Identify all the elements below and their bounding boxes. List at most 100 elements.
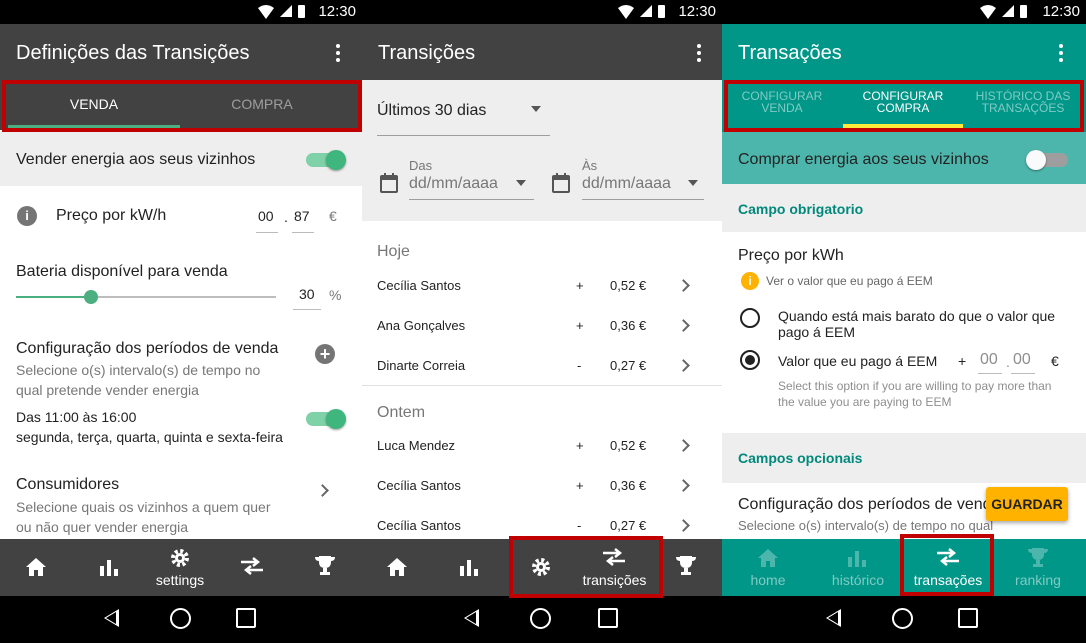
row-amount: 0,52 € bbox=[610, 438, 647, 453]
dropdown-arrow-icon[interactable] bbox=[688, 180, 698, 186]
trophy-icon[interactable] bbox=[314, 556, 336, 576]
row-amount: 0,52 € bbox=[610, 278, 647, 293]
recents-icon[interactable] bbox=[598, 608, 618, 628]
home-circle-icon[interactable] bbox=[170, 608, 191, 629]
status-time: 12:30 bbox=[1042, 3, 1080, 20]
chart-icon[interactable] bbox=[460, 558, 478, 576]
period-toggle-knob[interactable] bbox=[326, 409, 346, 429]
row-amount: 0,27 € bbox=[610, 358, 647, 373]
radio-cheaper[interactable] bbox=[740, 308, 760, 328]
value-int-input[interactable]: 00 bbox=[980, 351, 998, 369]
battery-label: Bateria disponível para venda bbox=[16, 263, 228, 280]
overflow-menu-icon[interactable] bbox=[336, 44, 340, 64]
back-icon[interactable] bbox=[826, 609, 841, 627]
nav-home-label[interactable]: home bbox=[738, 572, 798, 588]
option-eem-value-label: Valor que eu pago á EEM bbox=[778, 353, 938, 369]
period-time: Das 11:00 às 16:00 bbox=[16, 409, 137, 425]
battery-value-input[interactable]: 30 bbox=[299, 286, 315, 302]
dropdown-arrow-icon[interactable] bbox=[531, 106, 541, 112]
highlight-box bbox=[509, 536, 663, 598]
buy-toggle-knob[interactable] bbox=[1026, 150, 1046, 170]
overflow-menu-icon[interactable] bbox=[697, 44, 701, 64]
calendar-icon bbox=[380, 173, 398, 193]
home-icon[interactable] bbox=[26, 558, 46, 576]
chart-icon[interactable] bbox=[848, 549, 866, 567]
chart-icon[interactable] bbox=[100, 558, 118, 576]
sell-toggle-label: Vender energia aos seus vizinhos bbox=[16, 151, 256, 168]
add-period-icon[interactable]: + bbox=[315, 344, 335, 364]
price-separator: . bbox=[284, 209, 288, 225]
list-item[interactable]: Ana Gonçalves + 0,36 € bbox=[362, 305, 722, 345]
page-title: Transições bbox=[378, 42, 476, 64]
required-header-label: Campo obrigatorio bbox=[738, 201, 864, 217]
to-date-input[interactable]: dd/mm/aaaa bbox=[582, 175, 671, 193]
consumers-title: Consumidores bbox=[16, 476, 120, 493]
chevron-right-icon[interactable] bbox=[677, 519, 690, 532]
currency-label: € bbox=[329, 208, 337, 224]
chevron-right-icon[interactable] bbox=[677, 359, 690, 372]
home-circle-icon[interactable] bbox=[892, 608, 913, 629]
info-link[interactable]: Ver o valor que eu pago á EEM bbox=[766, 274, 933, 288]
save-button[interactable]: GUARDAR bbox=[986, 487, 1068, 521]
signal-icon bbox=[280, 5, 292, 17]
from-label: Das bbox=[409, 158, 433, 173]
required-section-header: Campo obrigatorio bbox=[722, 184, 1086, 232]
battery-icon bbox=[1020, 5, 1027, 18]
price-int-input[interactable]: 00 bbox=[258, 208, 274, 224]
chevron-right-icon[interactable] bbox=[677, 479, 690, 492]
buy-toggle-label: Comprar energia aos seus vizinhos bbox=[738, 151, 989, 168]
value-dec-input[interactable]: 00 bbox=[1013, 351, 1031, 369]
gear-icon[interactable] bbox=[170, 548, 190, 568]
home-icon[interactable] bbox=[758, 549, 778, 567]
back-icon[interactable] bbox=[104, 609, 119, 627]
dropdown-arrow-icon[interactable] bbox=[516, 180, 526, 186]
row-sign: - bbox=[577, 358, 582, 373]
back-icon[interactable] bbox=[464, 609, 479, 627]
list-item[interactable]: Cecília Santos + 0,52 € bbox=[362, 265, 722, 305]
status-bar: 12:30 bbox=[722, 0, 1086, 24]
screen-transactions: 12:30 Transações CONFIGURAR VENDA CONFIG… bbox=[722, 0, 1086, 643]
periods-title: Configuração dos períodos de venda bbox=[16, 340, 279, 357]
list-item[interactable]: Cecília Santos - 0,27 € bbox=[362, 505, 722, 539]
list-item[interactable]: Luca Mendez + 0,52 € bbox=[362, 425, 722, 465]
nav-ranking-label[interactable]: ranking bbox=[1008, 572, 1068, 588]
recents-icon[interactable] bbox=[958, 608, 978, 628]
chevron-right-icon[interactable] bbox=[677, 439, 690, 452]
chevron-right-icon[interactable] bbox=[677, 279, 690, 292]
nav-settings-label[interactable]: settings bbox=[140, 572, 220, 588]
trophy-icon[interactable] bbox=[1027, 548, 1049, 568]
highlight-box bbox=[2, 80, 362, 132]
from-date-input[interactable]: dd/mm/aaaa bbox=[409, 175, 498, 193]
app-bar: Transições bbox=[362, 24, 722, 80]
chevron-right-icon[interactable] bbox=[677, 319, 690, 332]
home-icon[interactable] bbox=[387, 558, 407, 576]
group-header-yesterday: Ontem bbox=[377, 404, 426, 421]
overflow-menu-icon[interactable] bbox=[1059, 44, 1063, 64]
list-item[interactable]: Dinarte Correia - 0,27 € bbox=[362, 345, 722, 385]
battery-slider-thumb[interactable] bbox=[84, 290, 98, 304]
period-select[interactable]: Últimos 30 dias bbox=[377, 102, 486, 120]
home-circle-icon[interactable] bbox=[530, 608, 551, 629]
row-name: Luca Mendez bbox=[377, 438, 456, 453]
battery-icon bbox=[298, 5, 305, 18]
status-bar: 12:30 bbox=[362, 0, 722, 24]
trophy-icon[interactable] bbox=[675, 556, 697, 576]
periods-title: Configuração dos períodos de venda bbox=[738, 496, 992, 513]
swap-icon[interactable] bbox=[241, 557, 263, 575]
info-icon: i bbox=[741, 272, 759, 290]
periods-description: Selecione o(s) intervalo(s) de tempo no … bbox=[16, 362, 261, 398]
recents-icon[interactable] bbox=[236, 608, 256, 628]
sell-toggle-knob[interactable] bbox=[326, 150, 346, 170]
row-amount: 0,36 € bbox=[610, 478, 647, 493]
list-item[interactable]: Cecília Santos + 0,36 € bbox=[362, 465, 722, 505]
currency-label: € bbox=[1051, 353, 1059, 369]
radio-eem-value[interactable] bbox=[740, 350, 760, 370]
price-dec-input[interactable]: 87 bbox=[294, 208, 310, 224]
consumers-description: Selecione quais os vizinhos a quem quer … bbox=[16, 499, 271, 535]
battery-slider-fill bbox=[16, 296, 91, 298]
nav-history-label[interactable]: histórico bbox=[822, 572, 894, 588]
signal-icon bbox=[1002, 5, 1014, 17]
screen-settings: 12:30 Definições das Transições VENDA CO… bbox=[0, 0, 362, 643]
chevron-right-icon[interactable] bbox=[316, 484, 329, 497]
row-name: Dinarte Correia bbox=[377, 358, 466, 373]
